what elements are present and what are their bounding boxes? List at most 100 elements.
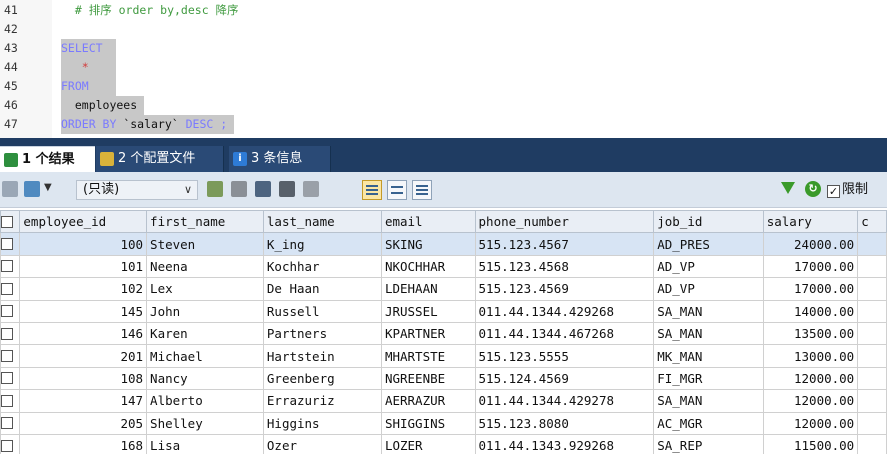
cell-job-id[interactable]: SA_MAN — [653, 389, 764, 413]
cell-salary[interactable]: 24000.00 — [762, 232, 859, 256]
cell-salary[interactable]: 11500.00 — [762, 433, 859, 454]
cell-first-name[interactable]: Lex — [146, 277, 264, 301]
grid-mode-button[interactable] — [362, 180, 382, 200]
discard-changes-icon[interactable] — [303, 181, 319, 197]
cell-email[interactable]: LDEHAAN — [380, 277, 476, 301]
cell-employee-id[interactable]: 205 — [19, 411, 148, 435]
row-checkbox-cell[interactable] — [0, 254, 21, 279]
cell-phone-number[interactable]: 515.124.4569 — [474, 366, 655, 391]
refresh-icon[interactable]: ↻ — [805, 181, 821, 197]
row-checkbox-cell[interactable] — [0, 433, 21, 454]
cell-first-name[interactable]: Lisa — [146, 433, 264, 454]
cell-truncated[interactable] — [857, 232, 887, 256]
row-checkbox[interactable] — [1, 439, 13, 452]
cell-job-id[interactable]: AC_MGR — [653, 411, 764, 435]
cell-job-id[interactable]: SA_MAN — [653, 321, 764, 346]
row-checkbox[interactable] — [1, 394, 13, 407]
cell-first-name[interactable]: Shelley — [146, 411, 264, 435]
row-checkbox[interactable] — [1, 417, 13, 430]
cell-email[interactable]: MHARTSTE — [380, 344, 476, 368]
column-header-phone-number[interactable]: phone_number — [474, 210, 655, 234]
export-dropdown-icon[interactable]: ▼ — [44, 182, 52, 193]
limit-checkbox[interactable]: ✓ — [827, 185, 840, 198]
cell-employee-id[interactable]: 145 — [19, 299, 148, 323]
cell-email[interactable]: NKOCHHAR — [380, 254, 476, 279]
delete-icon[interactable] — [279, 181, 295, 197]
column-header-truncated[interactable]: c — [857, 210, 887, 234]
cell-email[interactable]: NGREENBE — [380, 366, 476, 391]
cell-last-name[interactable]: Kochhar — [262, 254, 382, 279]
cell-job-id[interactable]: AD_PRES — [653, 232, 764, 256]
cell-phone-number[interactable]: 515.123.8080 — [474, 411, 655, 435]
table-row[interactable]: 146 Karen Partners KPARTNER 011.44.1344.4672… — [0, 321, 887, 346]
cell-last-name[interactable]: Russell — [262, 299, 382, 323]
tab-results[interactable]: 1 个结果 — [0, 146, 95, 172]
cell-salary[interactable]: 12000.00 — [762, 411, 859, 435]
cell-salary[interactable]: 17000.00 — [762, 277, 859, 301]
cell-first-name[interactable]: Michael — [146, 344, 264, 368]
text-mode-button[interactable] — [412, 180, 432, 200]
cell-last-name[interactable]: Higgins — [262, 411, 382, 435]
cell-phone-number[interactable]: 011.44.1344.429278 — [474, 389, 655, 413]
row-checkbox-cell[interactable] — [0, 232, 21, 256]
table-row[interactable]: 100 Steven K_ing SKING 515.123.4567 AD_PRES 24… — [0, 232, 887, 256]
cell-salary[interactable]: 12000.00 — [762, 366, 859, 391]
limit-rows-toggle[interactable]: ✓ 限制 — [827, 181, 868, 199]
table-row[interactable]: 145 John Russell JRUSSEL 011.44.1344.429268 S… — [0, 299, 887, 323]
cell-salary[interactable]: 17000.00 — [762, 254, 859, 279]
table-row[interactable]: 101 Neena Kochhar NKOCHHAR 515.123.4568 AD_VP… — [0, 254, 887, 279]
export-icon[interactable] — [24, 181, 40, 197]
column-header-first-name[interactable]: first_name — [146, 210, 264, 234]
table-row[interactable]: 147 Alberto Errazuriz AERRAZUR 011.44.1344.4… — [0, 389, 887, 413]
cell-phone-number[interactable]: 515.123.4568 — [474, 254, 655, 279]
cell-job-id[interactable]: AD_VP — [653, 254, 764, 279]
row-checkbox-cell[interactable] — [0, 321, 21, 346]
table-row[interactable]: 108 Nancy Greenberg NGREENBE 515.124.4569 FI_… — [0, 366, 887, 391]
table-row[interactable]: 201 Michael Hartstein MHARTSTE 515.123.5555 M… — [0, 344, 887, 368]
grid-view-icon[interactable] — [2, 181, 18, 197]
cell-last-name[interactable]: Greenberg — [262, 366, 382, 391]
insert-row-icon[interactable] — [207, 181, 223, 197]
duplicate-row-icon[interactable] — [231, 181, 247, 197]
row-checkbox[interactable] — [1, 327, 13, 340]
row-checkbox-cell[interactable] — [0, 389, 21, 413]
cell-employee-id[interactable]: 108 — [19, 366, 148, 391]
row-checkbox-cell[interactable] — [0, 411, 21, 435]
row-checkbox[interactable] — [1, 372, 13, 385]
cell-employee-id[interactable]: 101 — [19, 254, 148, 279]
cell-last-name[interactable]: K_ing — [262, 232, 382, 256]
column-header-job-id[interactable]: job_id — [653, 210, 764, 234]
row-checkbox-cell[interactable] — [0, 344, 21, 368]
cell-phone-number[interactable]: 011.44.1344.467268 — [474, 321, 655, 346]
cell-employee-id[interactable]: 168 — [19, 433, 148, 454]
column-header-salary[interactable]: salary — [762, 210, 859, 234]
table-row[interactable]: 168 Lisa Ozer LOZER 011.44.1343.929268 SA_REP… — [0, 433, 887, 454]
cell-employee-id[interactable]: 201 — [19, 344, 148, 368]
row-checkbox[interactable] — [1, 282, 13, 295]
row-checkbox[interactable] — [1, 305, 13, 318]
cell-last-name[interactable]: Ozer — [262, 433, 382, 454]
cell-employee-id[interactable]: 147 — [19, 389, 148, 413]
save-icon[interactable] — [255, 181, 271, 197]
cell-first-name[interactable]: Karen — [146, 321, 264, 346]
row-checkbox[interactable] — [1, 260, 13, 273]
sql-editor[interactable]: 41 # 排序 order by,desc 降序 42 43 SELECT 44… — [0, 0, 887, 138]
cell-last-name[interactable]: De Haan — [262, 277, 382, 301]
row-checkbox-cell[interactable] — [0, 366, 21, 391]
cell-truncated[interactable] — [857, 299, 887, 323]
table-row[interactable]: 102 Lex De Haan LDEHAAN 515.123.4569 AD_VP 170… — [0, 277, 887, 301]
cell-employee-id[interactable]: 100 — [19, 232, 148, 256]
cell-email[interactable]: AERRAZUR — [380, 389, 476, 413]
filter-icon[interactable] — [781, 182, 795, 194]
tab-messages[interactable]: i 3 条信息 — [229, 146, 331, 172]
cell-salary[interactable]: 13000.00 — [762, 344, 859, 368]
cell-phone-number[interactable]: 515.123.4569 — [474, 277, 655, 301]
cell-email[interactable]: KPARTNER — [380, 321, 476, 346]
cell-first-name[interactable]: Alberto — [146, 389, 264, 413]
cell-email[interactable]: SKING — [380, 232, 476, 256]
cell-employee-id[interactable]: 146 — [19, 321, 148, 346]
row-checkbox[interactable] — [1, 238, 13, 251]
cell-phone-number[interactable]: 011.44.1344.429268 — [474, 299, 655, 323]
cell-last-name[interactable]: Partners — [262, 321, 382, 346]
cell-first-name[interactable]: Neena — [146, 254, 264, 279]
